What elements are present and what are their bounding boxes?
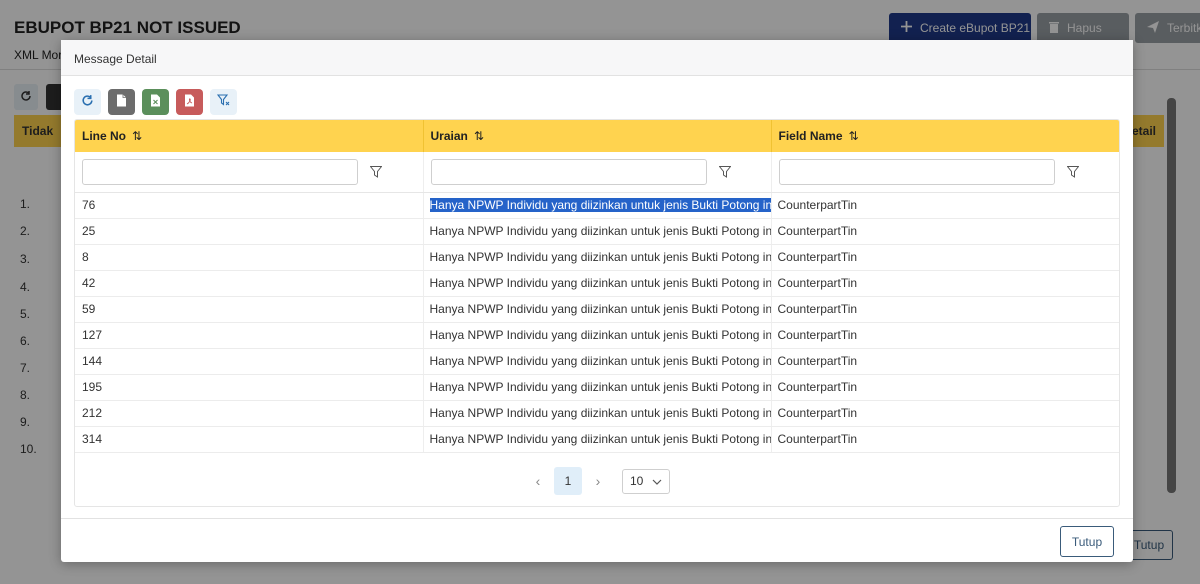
export-excel-button[interactable] (142, 89, 169, 115)
cell-uraian: Hanya NPWP Individu yang diizinkan untuk… (423, 374, 772, 401)
filter-cell (423, 152, 772, 193)
cell-field-name: CounterpartTin (771, 192, 1119, 219)
cell-field-name: CounterpartTin (771, 270, 1119, 297)
cell-field-name: CounterpartTin (771, 426, 1119, 453)
column-header-line-no[interactable]: Line No ⇅ (75, 120, 424, 152)
message-detail-modal: Message Detail Line No ⇅ Uraian ⇅ Field … (61, 40, 1133, 562)
table-row[interactable]: 314 Hanya NPWP Individu yang diizinkan u… (75, 426, 1119, 453)
cell-line-no: 127 (75, 322, 424, 349)
cell-field-name: CounterpartTin (771, 244, 1119, 271)
table-row[interactable]: 25 Hanya NPWP Individu yang diizinkan un… (75, 218, 1119, 245)
cell-uraian: Hanya NPWP Individu yang diizinkan untuk… (423, 218, 772, 245)
cell-field-name: CounterpartTin (771, 374, 1119, 401)
cell-line-no: 25 (75, 218, 424, 245)
table-row[interactable]: 212 Hanya NPWP Individu yang diizinkan u… (75, 400, 1119, 427)
export-pdf-button[interactable] (176, 89, 203, 115)
column-label: Field Name (778, 129, 843, 143)
cell-uraian: Hanya NPWP Individu yang diizinkan untuk… (423, 270, 772, 297)
clear-filter-button[interactable] (210, 89, 237, 115)
cell-line-no: 42 (75, 270, 424, 297)
filter-row (75, 152, 1119, 193)
table-row[interactable]: 42 Hanya NPWP Individu yang diizinkan un… (75, 270, 1119, 297)
page-size-value: 10 (630, 474, 644, 488)
filter-icon[interactable] (717, 164, 733, 180)
sort-icon[interactable]: ⇅ (849, 129, 859, 143)
filter-cell (771, 152, 1119, 193)
refresh-icon (81, 94, 94, 110)
uraian-filter-input[interactable] (430, 158, 707, 185)
table-row[interactable]: 144 Hanya NPWP Individu yang diizinkan u… (75, 348, 1119, 375)
filter-cell-inner (430, 158, 764, 185)
column-label: Line No (82, 129, 126, 143)
cell-uraian: Hanya NPWP Individu yang diizinkan untuk… (423, 192, 772, 219)
sort-icon[interactable]: ⇅ (132, 129, 142, 143)
table-header-row: Line No ⇅ Uraian ⇅ Field Name ⇅ (75, 120, 1119, 152)
close-button[interactable]: Tutup (1060, 526, 1114, 557)
selected-text: Hanya NPWP Individu yang diizinkan untuk… (429, 198, 770, 212)
next-page-icon[interactable]: › (584, 467, 612, 495)
column-header-field-name[interactable]: Field Name ⇅ (771, 120, 1119, 152)
cell-uraian: Hanya NPWP Individu yang diizinkan untuk… (423, 426, 772, 453)
filter-icon[interactable] (1065, 164, 1081, 180)
column-header-uraian[interactable]: Uraian ⇅ (423, 120, 772, 152)
cell-field-name: CounterpartTin (771, 218, 1119, 245)
modal-header: Message Detail (61, 40, 1133, 76)
cell-line-no: 76 (75, 192, 424, 219)
cell-line-no: 8 (75, 244, 424, 271)
modal-body: Line No ⇅ Uraian ⇅ Field Name ⇅ 76 Hanya… (61, 76, 1133, 518)
grid-toolbar (74, 89, 237, 115)
table-row[interactable]: 8 Hanya NPWP Individu yang diizinkan unt… (75, 244, 1119, 271)
cell-uraian: Hanya NPWP Individu yang diizinkan untuk… (423, 296, 772, 323)
sort-icon[interactable]: ⇅ (474, 129, 484, 143)
cell-line-no: 212 (75, 400, 424, 427)
field-name-filter-input[interactable] (778, 158, 1055, 185)
export-doc-button[interactable] (108, 89, 135, 115)
pdf-file-icon (184, 94, 195, 110)
cell-uraian: Hanya NPWP Individu yang diizinkan untuk… (423, 244, 772, 271)
document-icon (116, 94, 127, 110)
prev-page-icon[interactable]: ‹ (524, 467, 552, 495)
line-no-filter-input[interactable] (82, 158, 358, 185)
cell-line-no: 59 (75, 296, 424, 323)
table-row[interactable]: 59 Hanya NPWP Individu yang diizinkan un… (75, 296, 1119, 323)
filter-cell (75, 152, 424, 193)
cell-field-name: CounterpartTin (771, 348, 1119, 375)
cell-line-no: 144 (75, 348, 424, 375)
excel-file-icon (150, 94, 161, 110)
message-detail-grid: Line No ⇅ Uraian ⇅ Field Name ⇅ 76 Hanya… (74, 119, 1120, 507)
cell-uraian: Hanya NPWP Individu yang diizinkan untuk… (423, 348, 772, 375)
message-detail-table: Line No ⇅ Uraian ⇅ Field Name ⇅ 76 Hanya… (75, 120, 1119, 453)
table-row[interactable]: 127 Hanya NPWP Individu yang diizinkan u… (75, 322, 1119, 349)
table-row[interactable]: 195 Hanya NPWP Individu yang diizinkan u… (75, 374, 1119, 401)
cell-field-name: CounterpartTin (771, 400, 1119, 427)
filter-cell-inner (778, 158, 1113, 185)
cell-line-no: 314 (75, 426, 424, 453)
page-size-select[interactable]: 10 (622, 468, 670, 494)
modal-title: Message Detail (74, 52, 157, 66)
filter-clear-icon (216, 94, 230, 110)
pagination: ‹ 1 › 10 (75, 466, 1119, 496)
table-row[interactable]: 76 Hanya NPWP Individu yang diizinkan un… (75, 192, 1119, 219)
refresh-button[interactable] (74, 89, 101, 115)
column-label: Uraian (430, 129, 468, 143)
cell-field-name: CounterpartTin (771, 296, 1119, 323)
modal-footer: Tutup (61, 518, 1133, 562)
cell-line-no: 195 (75, 374, 424, 401)
cell-uraian: Hanya NPWP Individu yang diizinkan untuk… (423, 322, 772, 349)
page-number-button[interactable]: 1 (554, 467, 582, 495)
filter-icon[interactable] (368, 164, 384, 180)
cell-field-name: CounterpartTin (771, 322, 1119, 349)
chevron-down-icon (652, 474, 662, 488)
cell-uraian: Hanya NPWP Individu yang diizinkan untuk… (423, 400, 772, 427)
filter-cell-inner (82, 158, 416, 185)
